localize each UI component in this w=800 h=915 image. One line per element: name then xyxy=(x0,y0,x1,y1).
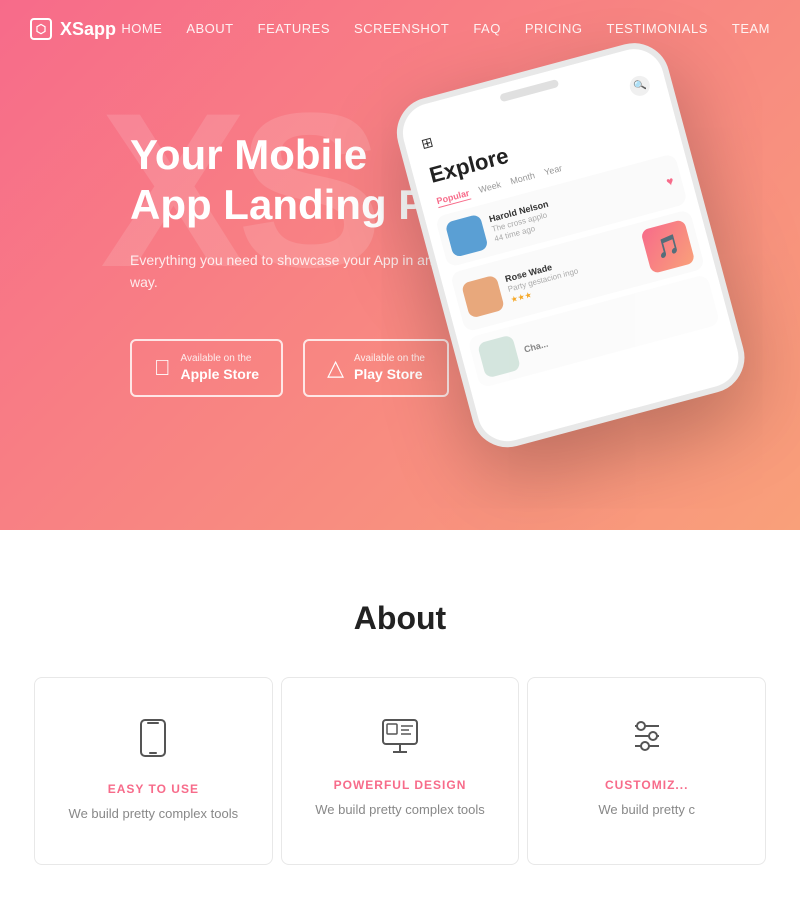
phone-card-info-2: Rose Wade Party gestacion ingo ★★★ xyxy=(504,239,642,304)
design-desc: We build pretty complex tools xyxy=(312,800,489,820)
nav-menu: HOME ABOUT FEATURES SCREENSHOT FAQ PRICI… xyxy=(121,20,770,38)
customize-desc: We build pretty c xyxy=(558,800,735,820)
nav-features[interactable]: FEATURES xyxy=(258,21,330,36)
about-card-design: POWERFUL DESIGN We build pretty complex … xyxy=(281,677,520,865)
brand-icon: ⬡ xyxy=(30,18,52,40)
easy-use-title: EASY TO USE xyxy=(65,782,242,796)
nav-home[interactable]: HOME xyxy=(121,21,162,36)
phone-card-avatar-3 xyxy=(477,334,521,378)
phone-heart-1: ♥ xyxy=(665,174,676,189)
brand-logo[interactable]: ⬡ XSapp xyxy=(30,18,116,40)
nav-testimonials[interactable]: TESTIMONIALS xyxy=(607,21,708,36)
about-card-easy: EASY TO USE We build pretty complex tool… xyxy=(34,677,273,865)
play-store-name: Play Store xyxy=(354,365,425,383)
phone-grid-icon: ⊞ xyxy=(419,133,435,152)
about-card-customize: CUSTOMIZ... We build pretty c xyxy=(527,677,766,865)
phone-card-avatar-1 xyxy=(445,214,489,258)
phone-mockup-container: ⊞ 🔍 Explore Popular Week Month Year Haro… xyxy=(450,60,800,460)
design-title: POWERFUL DESIGN xyxy=(312,778,489,792)
apple-store-button[interactable]:  Available on the Apple Store xyxy=(130,339,283,397)
apple-icon:  xyxy=(154,357,171,379)
phone-card-image-2: 🎵 xyxy=(640,219,695,274)
nav-team[interactable]: TEAM xyxy=(732,21,770,36)
design-icon xyxy=(312,718,489,762)
nav-faq[interactable]: FAQ xyxy=(473,21,501,36)
hero-section: ⬡ XSapp HOME ABOUT FEATURES SCREENSHOT F… xyxy=(0,0,800,530)
play-store-label: Available on the xyxy=(354,353,425,365)
customize-title: CUSTOMIZ... xyxy=(558,778,735,792)
android-icon: △ xyxy=(327,357,344,379)
nav-about[interactable]: ABOUT xyxy=(186,21,233,36)
phone-search-icon: 🔍 xyxy=(628,74,652,98)
play-store-button[interactable]: △ Available on the Play Store xyxy=(303,339,449,397)
nav-screenshot[interactable]: SCREENSHOT xyxy=(354,21,449,36)
easy-use-desc: We build pretty complex tools xyxy=(65,804,242,824)
about-section: About EASY TO USE We build pretty comple… xyxy=(0,530,800,915)
navbar: ⬡ XSapp HOME ABOUT FEATURES SCREENSHOT F… xyxy=(0,0,800,58)
apple-store-name: Apple Store xyxy=(181,365,260,383)
phone-icon xyxy=(65,718,242,766)
about-title: About xyxy=(30,600,770,637)
about-cards: EASY TO USE We build pretty complex tool… xyxy=(30,677,770,865)
nav-pricing[interactable]: PRICING xyxy=(525,21,583,36)
apple-store-label: Available on the xyxy=(181,353,260,365)
customize-icon xyxy=(558,718,735,762)
brand-name: XSapp xyxy=(60,19,116,40)
phone-card-avatar-2 xyxy=(461,274,505,318)
